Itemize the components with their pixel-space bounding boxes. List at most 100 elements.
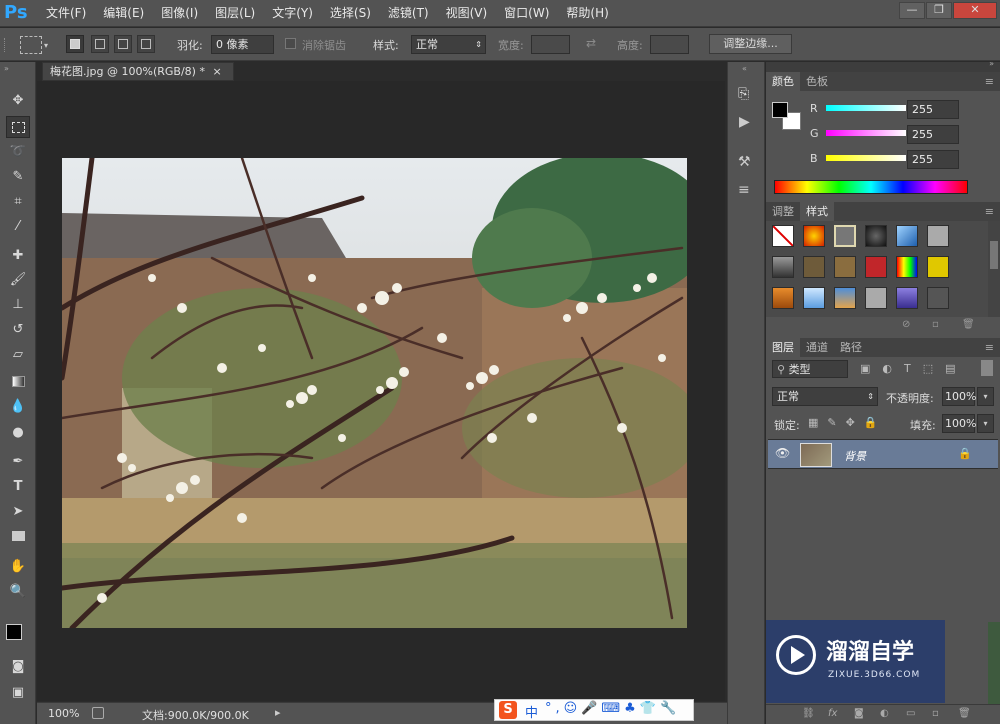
tab-styles[interactable]: 样式 bbox=[800, 202, 834, 221]
red-slider[interactable] bbox=[826, 105, 906, 111]
style-swatch-7[interactable] bbox=[772, 256, 794, 278]
collapse-icon[interactable]: » bbox=[989, 59, 994, 68]
restore-button[interactable]: ❐ bbox=[926, 2, 952, 19]
menu-select[interactable]: 选择(S) bbox=[330, 0, 371, 27]
menu-help[interactable]: 帮助(H) bbox=[566, 0, 608, 27]
type-tool-icon[interactable]: T bbox=[6, 476, 30, 498]
layer-effects-icon[interactable]: fx bbox=[828, 708, 837, 719]
link-layers-icon[interactable]: ⛓ bbox=[802, 708, 815, 719]
ime-toolbar[interactable]: S 中 °,☺🎤⌨♣👕🔧 bbox=[494, 699, 694, 721]
add-mask-icon[interactable]: ◙ bbox=[854, 708, 864, 719]
panel-menu-icon[interactable]: ≡ bbox=[979, 72, 1000, 91]
style-swatch-13[interactable] bbox=[772, 287, 794, 309]
layer-filter-icons[interactable]: ▣◐T⬚▤ bbox=[860, 362, 968, 375]
style-swatch-17[interactable] bbox=[896, 287, 918, 309]
add-to-selection-button[interactable] bbox=[91, 35, 109, 53]
panel-menu-icon[interactable]: ≡ bbox=[979, 202, 1000, 221]
document-tab[interactable]: 梅花图.jpg @ 100%(RGB/8) * × bbox=[42, 62, 234, 81]
tab-channels[interactable]: 通道 bbox=[800, 338, 834, 357]
fill-input[interactable]: 100% bbox=[942, 414, 976, 433]
tool-presets-icon[interactable]: ≡ bbox=[738, 182, 750, 198]
menu-type[interactable]: 文字(Y) bbox=[272, 0, 313, 27]
ime-chinese-mode[interactable]: 中 bbox=[525, 702, 538, 721]
menu-layer[interactable]: 图层(L) bbox=[215, 0, 255, 27]
marquee-preset-icon[interactable] bbox=[20, 36, 42, 54]
feather-input[interactable]: 0 像素 bbox=[211, 35, 274, 54]
brush-presets-icon[interactable]: ⚒ bbox=[738, 154, 751, 170]
height-input[interactable] bbox=[650, 35, 689, 54]
panel-menu-icon[interactable]: ≡ bbox=[979, 338, 1000, 357]
menu-filter[interactable]: 滤镜(T) bbox=[388, 0, 429, 27]
width-input[interactable] bbox=[531, 35, 570, 54]
status-info-icon[interactable] bbox=[92, 707, 104, 719]
healing-brush-tool-icon[interactable]: ✚ bbox=[6, 245, 30, 267]
clear-style-icon[interactable]: ⊘ bbox=[902, 319, 910, 330]
green-slider[interactable] bbox=[826, 130, 906, 136]
quick-mask-icon[interactable]: ◙ bbox=[6, 656, 30, 678]
green-value-input[interactable]: 255 bbox=[907, 125, 959, 144]
style-swatch-6[interactable] bbox=[927, 225, 949, 247]
zoom-tool-icon[interactable]: 🔍 bbox=[6, 581, 30, 603]
blue-value-input[interactable]: 255 bbox=[907, 150, 959, 169]
zoom-level[interactable]: 100% bbox=[48, 707, 79, 720]
marquee-tool-icon[interactable] bbox=[6, 116, 30, 138]
tab-color[interactable]: 颜色 bbox=[766, 72, 800, 91]
hand-tool-icon[interactable]: ✋ bbox=[6, 556, 30, 578]
foreground-color-swatch[interactable] bbox=[6, 624, 22, 640]
collapse-icon[interactable]: » bbox=[4, 64, 9, 73]
blue-slider[interactable] bbox=[826, 155, 906, 161]
new-style-icon[interactable]: ▫ bbox=[932, 319, 939, 330]
intersect-selection-button[interactable] bbox=[137, 35, 155, 53]
opacity-input[interactable]: 100% bbox=[942, 387, 976, 406]
adjustment-layer-icon[interactable]: ◐ bbox=[880, 708, 889, 719]
ime-tool-icons[interactable]: °,☺🎤⌨♣👕🔧 bbox=[545, 701, 680, 716]
styles-scrollbar[interactable] bbox=[988, 221, 1000, 317]
style-swatch-8[interactable] bbox=[803, 256, 825, 278]
new-group-icon[interactable]: ▭ bbox=[906, 708, 915, 719]
lasso-tool-icon[interactable]: ➰ bbox=[6, 141, 30, 163]
blend-mode-select[interactable]: 正常 ⇕ bbox=[772, 387, 878, 406]
style-swatch-14[interactable] bbox=[803, 287, 825, 309]
delete-style-icon[interactable]: 🗑 bbox=[962, 319, 975, 330]
close-tab-icon[interactable]: × bbox=[212, 65, 221, 78]
tab-adjustments[interactable]: 调整 bbox=[766, 202, 800, 221]
fg-color-swatch[interactable] bbox=[772, 102, 788, 118]
history-panel-icon[interactable]: ⎘ bbox=[738, 86, 749, 102]
style-swatch-4[interactable] bbox=[865, 225, 887, 247]
layer-name[interactable]: 背景 bbox=[844, 448, 866, 464]
refine-edge-button[interactable]: 调整边缘... bbox=[709, 34, 792, 54]
delete-layer-icon[interactable]: 🗑 bbox=[958, 708, 971, 719]
style-none-swatch[interactable] bbox=[772, 225, 794, 247]
screen-mode-icon[interactable]: ▣ bbox=[6, 682, 30, 704]
collapse-icon[interactable]: « bbox=[742, 64, 747, 73]
dodge-tool-icon[interactable]: ● bbox=[6, 422, 30, 444]
quick-selection-tool-icon[interactable]: ✎ bbox=[6, 166, 30, 188]
red-value-input[interactable]: 255 bbox=[907, 100, 959, 119]
plum-blossom-image[interactable] bbox=[62, 158, 687, 628]
menu-window[interactable]: 窗口(W) bbox=[504, 0, 549, 27]
style-swatch-2[interactable] bbox=[803, 225, 825, 247]
menu-image[interactable]: 图像(I) bbox=[161, 0, 198, 27]
pen-tool-icon[interactable]: ✒ bbox=[6, 451, 30, 473]
visibility-eye-icon[interactable]: 👁 bbox=[775, 446, 790, 460]
new-selection-button[interactable] bbox=[66, 35, 84, 53]
filter-toggle[interactable] bbox=[981, 360, 993, 376]
antialias-checkbox[interactable] bbox=[285, 38, 296, 49]
style-swatch-15[interactable] bbox=[834, 287, 856, 309]
tab-layers[interactable]: 图层 bbox=[766, 338, 800, 357]
tab-paths[interactable]: 路径 bbox=[834, 338, 868, 357]
eraser-tool-icon[interactable]: ▱ bbox=[6, 344, 30, 366]
color-spectrum-ramp[interactable] bbox=[774, 180, 968, 194]
new-layer-icon[interactable]: ▫ bbox=[932, 708, 939, 719]
rectangle-tool-icon[interactable] bbox=[6, 526, 30, 548]
close-window-button[interactable]: ✕ bbox=[953, 2, 997, 19]
style-swatch-10[interactable] bbox=[865, 256, 887, 278]
style-swatch-18[interactable] bbox=[927, 287, 949, 309]
fill-dropdown[interactable]: ▾ bbox=[977, 414, 994, 433]
menu-edit[interactable]: 编辑(E) bbox=[103, 0, 144, 27]
lock-icons[interactable]: ▦✎✥🔒 bbox=[808, 416, 887, 429]
style-swatch-9[interactable] bbox=[834, 256, 856, 278]
menu-view[interactable]: 视图(V) bbox=[446, 0, 488, 27]
brush-tool-icon[interactable]: 🖌 bbox=[6, 269, 30, 291]
crop-tool-icon[interactable]: ⌗ bbox=[6, 191, 30, 213]
